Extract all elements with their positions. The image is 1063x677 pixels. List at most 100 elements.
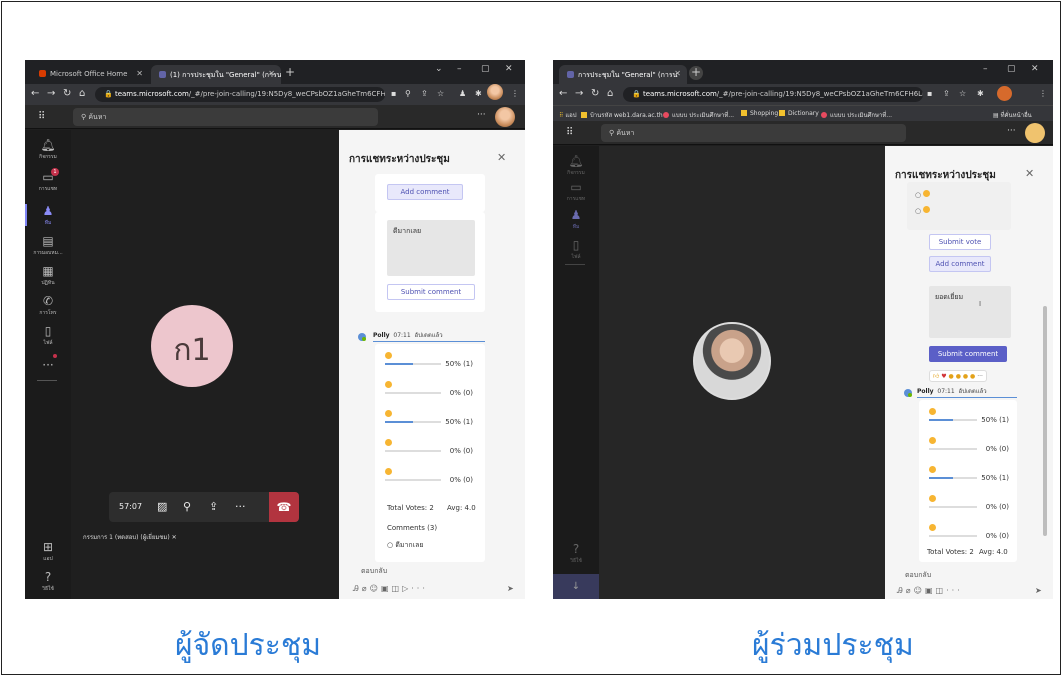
maximize-icon[interactable]: ▢	[1007, 64, 1016, 74]
chat-scrollbar[interactable]	[1043, 306, 1047, 536]
emoji-icon[interactable]: ☺	[370, 584, 381, 593]
bookmark-item[interactable]: Dictionary	[779, 110, 819, 117]
comment-textarea[interactable]: ดีมากเลย	[387, 220, 475, 276]
bookmark-star-icon[interactable]: ☆	[959, 89, 966, 98]
sad-icon[interactable]: ●	[963, 373, 968, 380]
mic-off-icon[interactable]: ⚲	[183, 500, 191, 513]
sticker-icon[interactable]: ◫	[392, 584, 403, 593]
menu-icon[interactable]: ⋮	[511, 89, 519, 98]
close-chat-icon[interactable]: ✕	[497, 151, 506, 164]
more-compose-icon[interactable]: ···	[946, 586, 963, 595]
rail-item-teams[interactable]: ♟ ทีม	[25, 204, 71, 227]
submit-comment-button[interactable]: Submit comment	[387, 284, 475, 300]
attach-icon[interactable]: ⌀	[362, 584, 370, 593]
home-icon[interactable]: ⌂	[607, 88, 613, 99]
format-icon[interactable]: Ꭿ	[353, 584, 362, 593]
attach-icon[interactable]: ⌀	[906, 586, 914, 595]
download-icon[interactable]: ↓	[553, 574, 599, 599]
rail-item-more[interactable]: ···	[25, 358, 71, 372]
url-field[interactable]: 🔒 teams.microsoft.com/_#/pre-join-callin…	[95, 87, 385, 102]
laugh-icon[interactable]: ●	[949, 373, 954, 380]
reply-input[interactable]: ตอบกลับ	[905, 570, 931, 581]
send-icon[interactable]: ➤	[1035, 586, 1045, 595]
rail-item-teams[interactable]: ♟ ทีม	[553, 208, 599, 231]
browser-tab-active[interactable]: (1) การประชุมใน "General" (การน ✕	[151, 65, 281, 84]
puzzle-icon[interactable]: ✱	[977, 89, 984, 98]
forward-icon[interactable]: →	[575, 88, 583, 99]
url-field[interactable]: 🔒 teams.microsoft.com/_#/pre-join-callin…	[623, 87, 923, 102]
submit-vote-button[interactable]: Submit vote	[929, 234, 991, 250]
profile-avatar[interactable]	[997, 86, 1012, 101]
bookmark-star-icon[interactable]: ☆	[437, 89, 444, 98]
bookmark-item[interactable]: Shopping	[741, 110, 778, 117]
minimize-icon[interactable]: –	[457, 64, 462, 74]
new-tab-icon[interactable]: +	[283, 66, 297, 80]
bookmark-item[interactable]: บ้านรหัส web1.dara.ac.th	[581, 110, 663, 120]
rail-item-activity[interactable]: 🔔︎ กิจกรรม	[25, 138, 71, 161]
minimize-icon[interactable]: –	[983, 64, 988, 74]
rail-item-files[interactable]: ▯ ไฟล์	[25, 324, 71, 347]
close-window-icon[interactable]: ✕	[1031, 64, 1039, 74]
angry-icon[interactable]: ●	[970, 373, 975, 380]
rail-item-calls[interactable]: ✆ การโทร	[25, 294, 71, 317]
home-icon[interactable]: ⌂	[79, 88, 85, 99]
camera-icon[interactable]: ▪	[391, 89, 396, 98]
browser-tab[interactable]: Microsoft Office Home ✕	[31, 65, 149, 84]
search-input[interactable]: ⚲ ค้นหา	[601, 124, 906, 142]
more-actions-icon[interactable]: ···	[235, 500, 246, 513]
profile-avatar[interactable]	[487, 84, 503, 100]
surprised-icon[interactable]: ●	[956, 373, 961, 380]
puzzle-icon[interactable]: ✱	[475, 89, 482, 98]
stream-icon[interactable]: ▷	[402, 584, 411, 593]
submit-comment-button[interactable]: Submit comment	[929, 346, 1007, 362]
rail-item-help[interactable]: ? วิธีใช้	[553, 542, 599, 565]
maximize-icon[interactable]: ▢	[481, 64, 490, 74]
radio-option[interactable]: ○	[915, 190, 931, 199]
rail-item-chat[interactable]: ▭ การแชท	[25, 170, 71, 193]
more-compose-icon[interactable]: ···	[411, 584, 428, 593]
send-icon[interactable]: ➤	[507, 584, 517, 593]
reload-icon[interactable]: ↻	[63, 88, 71, 99]
new-tab-icon[interactable]: +	[689, 66, 703, 80]
sticker-icon[interactable]: ◫	[936, 586, 947, 595]
share-icon[interactable]: ⇪	[943, 89, 950, 98]
camera-off-icon[interactable]: ▨	[157, 500, 167, 513]
rail-item-assignments[interactable]: ▤ การมอบหม...	[25, 234, 71, 257]
bookmark-item[interactable]: แบบบ ประเมินศึกษาที่...	[663, 110, 734, 120]
like-icon[interactable]: 👍︎	[933, 373, 939, 380]
camera-icon[interactable]: ▪	[927, 89, 932, 98]
search-input[interactable]: ⚲ ค้นหา	[73, 108, 378, 126]
bookmark-apps[interactable]: ⠿ แอป	[559, 110, 577, 120]
share-icon[interactable]: ⇪	[421, 89, 428, 98]
back-icon[interactable]: ←	[559, 88, 567, 99]
add-comment-button[interactable]: Add comment	[387, 184, 463, 200]
gif-icon[interactable]: ▣	[381, 584, 392, 593]
rail-item-files[interactable]: ▯ ไฟล์	[553, 238, 599, 261]
more-options-icon[interactable]: ···	[477, 110, 486, 120]
rail-item-help[interactable]: ? วิธีใช้	[25, 570, 71, 593]
share-screen-icon[interactable]: ⇪	[209, 500, 218, 513]
comment-textarea[interactable]: ยอดเยี่ยม I	[929, 286, 1011, 338]
reload-icon[interactable]: ↻	[591, 88, 599, 99]
reply-input[interactable]: ตอบกลับ	[361, 566, 387, 577]
hang-up-button[interactable]: ☎	[269, 492, 299, 522]
bookmark-item[interactable]: แบบบ ประเมินศึกษาที่...	[821, 110, 892, 120]
app-launcher-icon[interactable]: ⠿	[38, 111, 45, 122]
forward-icon[interactable]: →	[47, 88, 55, 99]
more-options-icon[interactable]: ···	[1007, 126, 1016, 136]
close-chat-icon[interactable]: ✕	[1025, 167, 1034, 180]
close-tab-icon[interactable]: ✕	[268, 69, 275, 78]
rail-item-apps[interactable]: ⊞ แอป	[25, 540, 71, 563]
add-comment-button[interactable]: Add comment	[929, 256, 991, 272]
close-tab-icon[interactable]: ✕	[136, 69, 143, 78]
close-window-icon[interactable]: ✕	[505, 64, 513, 74]
rail-item-activity[interactable]: 🔔︎ กิจกรรม	[553, 154, 599, 177]
rail-item-calendar[interactable]: ▦ ปฏิทิน	[25, 264, 71, 287]
app-launcher-icon[interactable]: ⠿	[566, 127, 573, 138]
close-tab-icon[interactable]: ✕	[674, 69, 681, 78]
rail-item-chat[interactable]: ▭ การแชท	[553, 180, 599, 203]
gif-icon[interactable]: ▣	[925, 586, 936, 595]
back-icon[interactable]: ←	[31, 88, 39, 99]
heart-icon[interactable]: ♥	[941, 373, 946, 380]
emoji-icon[interactable]: ☺	[914, 586, 925, 595]
